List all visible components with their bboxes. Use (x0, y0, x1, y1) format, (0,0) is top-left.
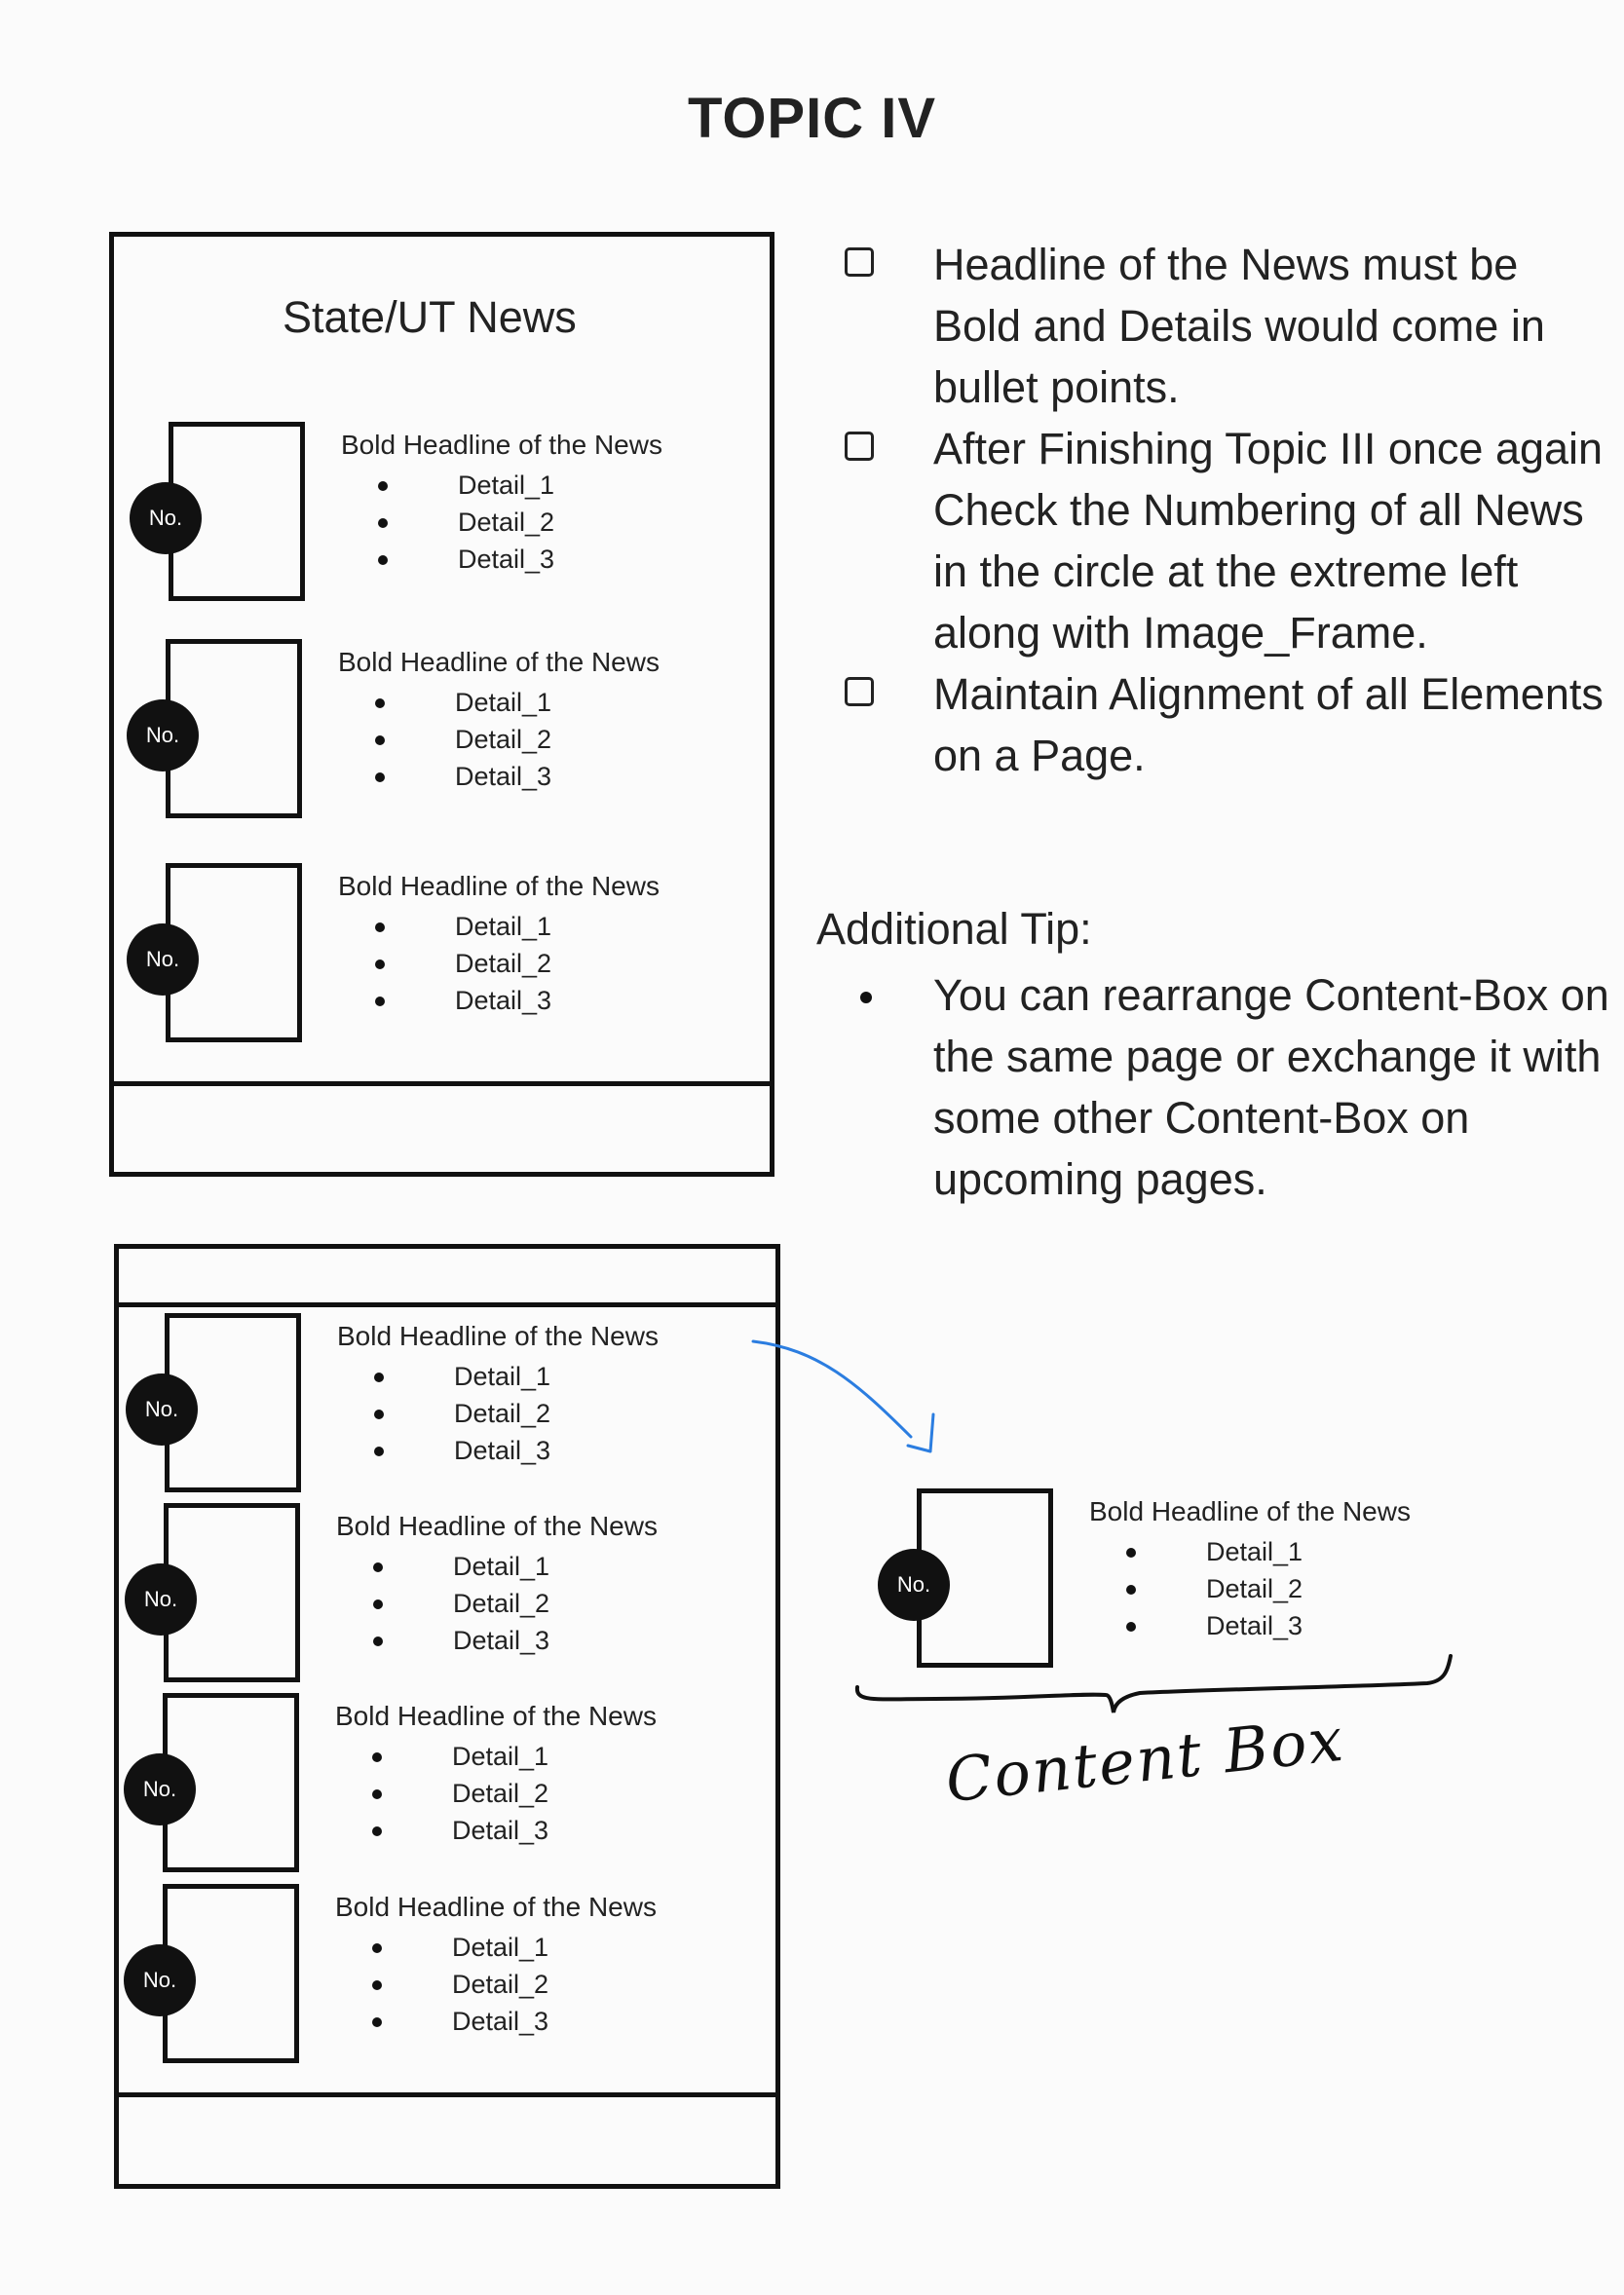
news-details: Detail_1 Detail_2 Detail_3 (1089, 1533, 1303, 1644)
content-box-example: No. Bold Headline of the News Detail_1 D… (878, 1488, 1423, 1674)
checkbox-icon (845, 247, 874, 277)
news-headline: Bold Headline of the News (338, 871, 660, 901)
news-detail: Detail_2 (336, 1585, 549, 1622)
news-detail: Detail_1 (1089, 1533, 1303, 1570)
news-detail: Detail_3 (335, 2003, 548, 2040)
news-detail: Detail_2 (335, 1966, 548, 2003)
news-headline: Bold Headline of the News (341, 430, 662, 460)
news-headline: Bold Headline of the News (335, 1892, 657, 1922)
checklist-item: After Finishing Topic III once again Che… (841, 418, 1610, 663)
frame-header-divider (116, 1302, 778, 1307)
news-detail: Detail_2 (341, 504, 554, 541)
news-number-circle: No. (127, 699, 199, 771)
news-detail: Detail_1 (335, 1929, 548, 1966)
news-detail: Detail_1 (341, 467, 554, 504)
news-item: No. Bold Headline of the News Detail_1 D… (130, 422, 675, 607)
news-item: No. Bold Headline of the News Detail_1 D… (127, 639, 672, 824)
news-item: No. Bold Headline of the News Detail_1 D… (126, 1313, 671, 1498)
news-detail: Detail_3 (335, 1812, 548, 1849)
news-item: No. Bold Headline of the News Detail_1 D… (124, 1884, 669, 2069)
news-detail: Detail_2 (335, 1775, 548, 1812)
checkbox-icon (845, 432, 874, 461)
news-detail: Detail_3 (338, 982, 551, 1019)
additional-tip-heading: Additional Tip: (816, 904, 1092, 954)
frame-title: State/UT News (283, 292, 577, 342)
news-details: Detail_1 Detail_2 Detail_3 (338, 908, 551, 1019)
news-detail: Detail_3 (338, 758, 551, 795)
news-number-circle: No. (878, 1549, 950, 1621)
news-item: No. Bold Headline of the News Detail_1 D… (127, 863, 672, 1048)
news-headline: Bold Headline of the News (1089, 1496, 1411, 1526)
news-detail: Detail_1 (335, 1738, 548, 1775)
news-number-circle: No. (125, 1563, 197, 1636)
news-detail: Detail_2 (337, 1395, 550, 1432)
news-details: Detail_1 Detail_2 Detail_3 (336, 1548, 549, 1659)
news-details: Detail_1 Detail_2 Detail_3 (338, 684, 551, 795)
news-headline: Bold Headline of the News (336, 1511, 658, 1541)
checklist-item-text: After Finishing Topic III once again Che… (933, 424, 1604, 658)
checklist-item-text: Headline of the News must be Bold and De… (933, 240, 1545, 412)
frame-footer-divider (116, 2092, 778, 2097)
tip-item: You can rearrange Content-Box on the sam… (841, 964, 1610, 1210)
checklist-item: Headline of the News must be Bold and De… (841, 234, 1610, 418)
news-item: No. Bold Headline of the News Detail_1 D… (124, 1693, 669, 1878)
news-details: Detail_1 Detail_2 Detail_3 (341, 467, 554, 578)
checkbox-icon (845, 677, 874, 706)
news-number-circle: No. (127, 923, 199, 996)
news-detail: Detail_3 (336, 1622, 549, 1659)
news-item: No. Bold Headline of the News Detail_1 D… (125, 1503, 670, 1688)
page-title: TOPIC IV (687, 87, 937, 150)
news-detail: Detail_3 (1089, 1607, 1303, 1644)
blue-arrow-head (906, 1412, 935, 1453)
news-detail: Detail_1 (338, 684, 551, 721)
news-detail: Detail_2 (338, 721, 551, 758)
instruction-checklist: Headline of the News must be Bold and De… (841, 234, 1610, 786)
news-detail: Detail_1 (338, 908, 551, 945)
news-detail: Detail_3 (341, 541, 554, 578)
news-headline: Bold Headline of the News (337, 1321, 659, 1351)
news-details: Detail_1 Detail_2 Detail_3 (337, 1358, 550, 1469)
news-number-circle: No. (124, 1753, 196, 1825)
news-details: Detail_1 Detail_2 Detail_3 (335, 1929, 548, 2040)
news-headline: Bold Headline of the News (338, 647, 660, 677)
news-number-circle: No. (130, 482, 202, 554)
news-number-circle: No. (126, 1373, 198, 1446)
additional-tip-list: You can rearrange Content-Box on the sam… (841, 964, 1610, 1210)
news-headline: Bold Headline of the News (335, 1701, 657, 1731)
news-detail: Detail_3 (337, 1432, 550, 1469)
news-detail: Detail_2 (338, 945, 551, 982)
news-number-circle: No. (124, 1944, 196, 2016)
content-box-label: Content Box (942, 1703, 1348, 1817)
news-detail: Detail_2 (1089, 1570, 1303, 1607)
checklist-item-text: Maintain Alignment of all Elements on a … (933, 669, 1604, 780)
news-details: Detail_1 Detail_2 Detail_3 (335, 1738, 548, 1849)
checklist-item: Maintain Alignment of all Elements on a … (841, 663, 1610, 786)
frame-footer-divider (111, 1081, 773, 1086)
news-detail: Detail_1 (337, 1358, 550, 1395)
news-detail: Detail_1 (336, 1548, 549, 1585)
